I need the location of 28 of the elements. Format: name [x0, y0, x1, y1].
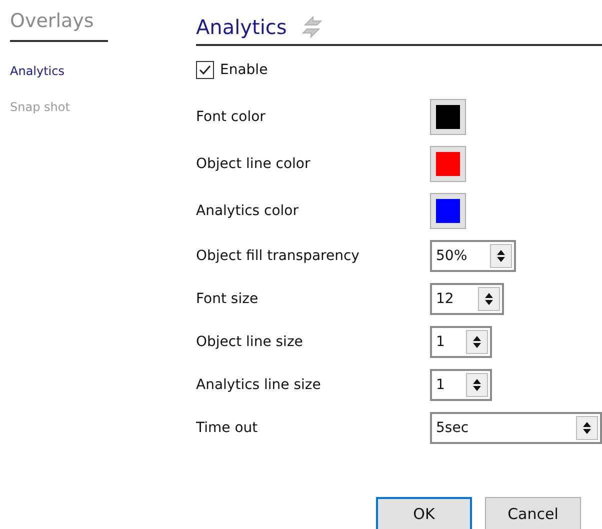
setting-label: Analytics line size: [196, 376, 321, 392]
panel-title: Analytics: [196, 15, 287, 39]
setting-label: Font color: [196, 108, 266, 124]
setting-label: Object line color: [196, 156, 310, 172]
dialog-button[interactable]: Cancel: [485, 497, 581, 529]
spin-arrows-icon[interactable]: [466, 372, 488, 396]
color-swatch[interactable]: [430, 192, 466, 228]
dialog-button[interactable]: OK: [376, 497, 472, 529]
color-swatch[interactable]: [430, 146, 466, 182]
spin-field[interactable]: 1: [430, 368, 492, 400]
setting-label: Time out: [196, 420, 258, 436]
spin-arrows-icon[interactable]: [478, 286, 500, 310]
spin-field[interactable]: 12: [430, 282, 504, 314]
spin-field[interactable]: 1: [430, 326, 492, 358]
color-swatch[interactable]: [430, 98, 466, 134]
setting-label: Object line size: [196, 334, 303, 350]
spin-field[interactable]: 50%: [430, 240, 516, 272]
setting-label: Analytics color: [196, 202, 298, 218]
check-icon: [199, 65, 211, 75]
sidebar-item[interactable]: Analytics: [10, 64, 108, 100]
enable-checkbox[interactable]: Enable: [196, 59, 268, 81]
spin-arrows-icon[interactable]: [466, 330, 488, 354]
setting-label: Object fill transparency: [196, 248, 360, 264]
sidebar-title: Overlays: [10, 10, 108, 42]
setting-label: Font size: [196, 290, 258, 306]
spin-arrows-icon[interactable]: [490, 244, 512, 268]
spin-field[interactable]: 5sec: [430, 412, 602, 444]
spin-arrows-icon[interactable]: [576, 416, 598, 440]
